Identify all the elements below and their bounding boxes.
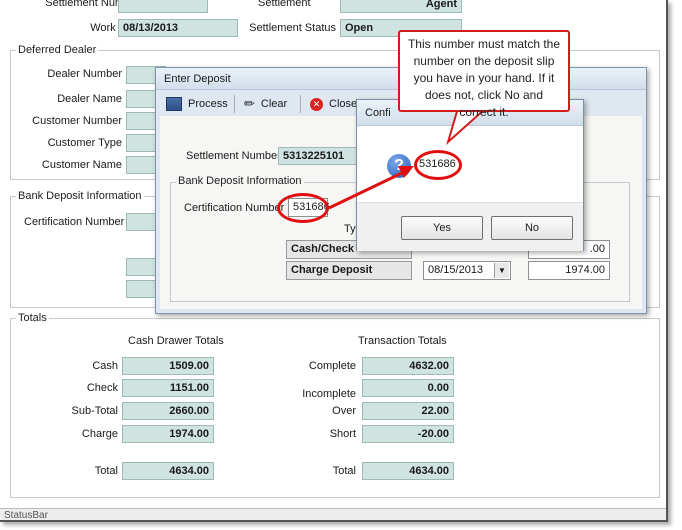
settlement-window: Settlement Number Settlement Agent Work … bbox=[0, 0, 668, 522]
callout-pointer-mask bbox=[459, 106, 485, 110]
instruction-callout: This number must match the number on the… bbox=[398, 30, 570, 119]
annotation-arrow-line bbox=[328, 170, 405, 210]
annotation-arrowhead bbox=[398, 166, 414, 178]
